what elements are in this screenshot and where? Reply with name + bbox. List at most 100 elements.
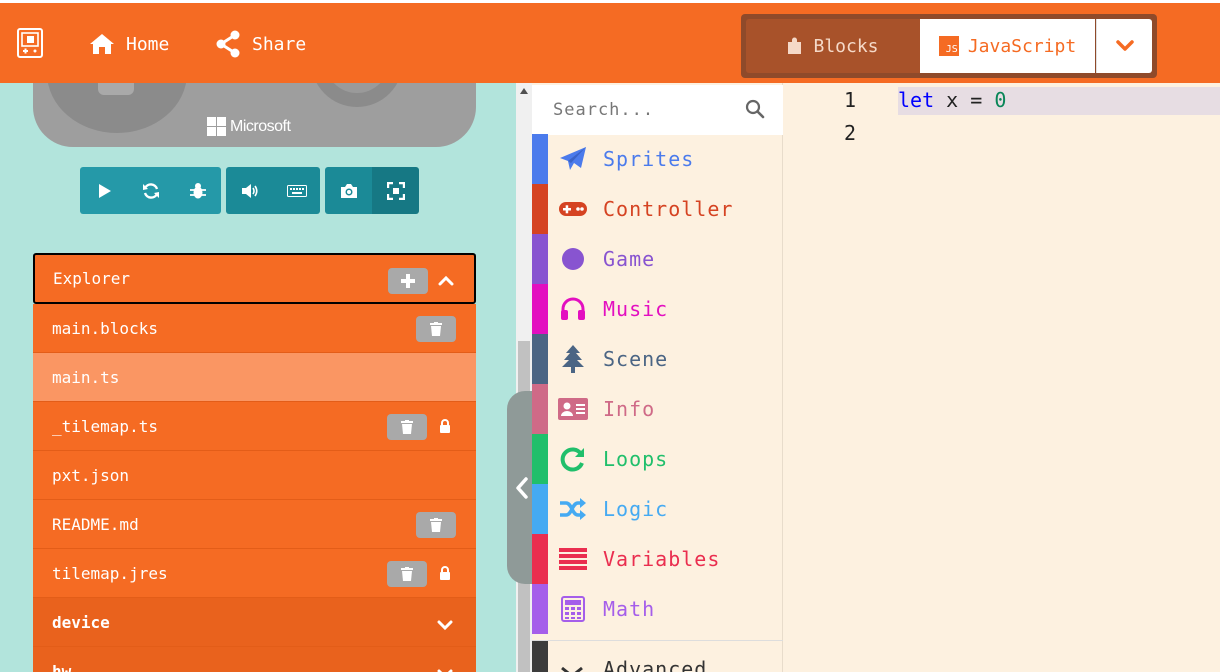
category-sprites[interactable]: Sprites	[532, 134, 783, 184]
category-game[interactable]: Game	[532, 234, 783, 284]
chevron-down-icon	[437, 616, 453, 635]
code-line[interactable]: 2	[784, 118, 1220, 148]
add-file-button[interactable]	[388, 268, 428, 294]
makecode-arcade-logo-icon[interactable]	[17, 28, 43, 58]
category-color-bar	[532, 134, 548, 184]
file-row-main-ts[interactable]: main.ts	[33, 353, 476, 402]
line-number: 2	[843, 121, 856, 145]
id-card-icon	[558, 395, 588, 423]
file-name: pxt.json	[52, 465, 130, 485]
lock-icon	[439, 418, 451, 437]
code-number: 0	[994, 88, 1007, 112]
keyboard-icon	[286, 184, 307, 197]
screenshot-button[interactable]	[325, 167, 372, 214]
play-icon	[98, 183, 111, 198]
search-icon[interactable]	[745, 99, 765, 123]
share-button[interactable]: Share	[214, 27, 306, 61]
block-toolbox: Sprites Controller Game Music	[532, 83, 783, 672]
code-text[interactable]: let x = 0	[898, 85, 1006, 115]
folder-row-device[interactable]: device	[33, 598, 476, 647]
file-explorer: Explorer main.blocks main.ts _tilemap.ts	[33, 253, 476, 672]
category-scene[interactable]: Scene	[532, 334, 783, 384]
share-label: Share	[252, 33, 307, 55]
explorer-collapse-button[interactable]	[438, 271, 454, 290]
list-icon	[558, 545, 588, 573]
editor-dropdown-button[interactable]	[1096, 19, 1152, 73]
category-info[interactable]: Info	[532, 384, 783, 434]
game-console-simulator[interactable]: B Microsoft	[33, 83, 476, 147]
file-row-main-blocks[interactable]: main.blocks	[33, 304, 476, 353]
file-row-tilemap-ts[interactable]: _tilemap.ts	[33, 402, 476, 451]
fullscreen-icon	[386, 181, 405, 200]
file-name: _tilemap.ts	[52, 416, 158, 436]
delete-file-button[interactable]	[416, 512, 456, 538]
delete-file-button[interactable]	[387, 561, 427, 587]
category-color-bar	[532, 184, 548, 234]
shuffle-icon	[558, 495, 588, 523]
puzzle-piece-icon	[788, 37, 802, 54]
volume-icon	[241, 183, 258, 198]
code-line[interactable]: 1 let x = 0	[784, 85, 1220, 115]
simulator-toolbar	[80, 167, 424, 214]
category-variables[interactable]: Variables	[532, 534, 783, 584]
chevron-down-icon	[437, 665, 453, 672]
category-math[interactable]: Math	[532, 584, 783, 634]
line-number: 1	[843, 88, 856, 112]
file-row-pxt-json[interactable]: pxt.json	[33, 451, 476, 500]
category-color-bar	[532, 584, 548, 634]
code-editor[interactable]: 1 let x = 0 2	[784, 83, 1220, 672]
file-row-readme[interactable]: README.md	[33, 500, 476, 549]
category-color-bar	[532, 234, 548, 284]
restart-button[interactable]	[127, 167, 174, 214]
explorer-header[interactable]: Explorer	[33, 253, 476, 304]
home-label: Home	[126, 33, 170, 55]
file-row-tilemap-jres[interactable]: tilemap.jres	[33, 549, 476, 598]
paper-plane-icon	[558, 145, 588, 173]
camera-icon	[340, 183, 357, 198]
category-color-bar	[532, 534, 548, 584]
home-icon	[90, 34, 114, 54]
file-name: tilemap.jres	[52, 563, 168, 583]
mute-button[interactable]	[226, 167, 273, 214]
category-logic[interactable]: Logic	[532, 484, 783, 534]
share-icon	[216, 30, 240, 58]
delete-file-button[interactable]	[416, 316, 456, 342]
circle-icon	[558, 245, 588, 273]
folder-row-hw[interactable]: hw	[33, 647, 476, 672]
plus-icon	[401, 274, 415, 288]
dpad-down[interactable]	[98, 83, 134, 95]
trash-icon	[430, 518, 442, 532]
keyboard-controls-button[interactable]	[273, 167, 320, 214]
fullscreen-button[interactable]	[372, 167, 419, 214]
tree-icon	[558, 345, 588, 373]
search-input[interactable]	[553, 100, 733, 120]
calculator-icon	[558, 595, 588, 623]
bug-icon	[189, 182, 206, 198]
delete-file-button[interactable]	[387, 414, 427, 440]
category-color-bar	[532, 434, 548, 484]
category-controller[interactable]: Controller	[532, 184, 783, 234]
toolbox-search	[532, 85, 783, 135]
home-button[interactable]: Home	[88, 27, 169, 61]
scroll-up-arrow-icon[interactable]	[520, 88, 528, 94]
category-color-bar	[532, 284, 548, 334]
headphones-icon	[558, 295, 588, 323]
explorer-title: Explorer	[53, 269, 131, 288]
chevron-down-icon	[560, 663, 584, 672]
toolbox-categories: Sprites Controller Game Music Scene Info…	[532, 134, 783, 634]
tab-blocks[interactable]: Blocks	[746, 19, 920, 73]
top-bar: Home Share Blocks JS JavaScript	[0, 0, 1220, 83]
trash-icon	[430, 322, 442, 336]
chevron-left-icon	[516, 476, 528, 499]
lock-icon	[439, 565, 451, 584]
tab-javascript[interactable]: JS JavaScript	[920, 19, 1095, 73]
category-music[interactable]: Music	[532, 284, 783, 334]
category-advanced[interactable]: Advanced	[532, 640, 783, 672]
category-color-bar	[532, 334, 548, 384]
play-button[interactable]	[80, 167, 127, 214]
debug-button[interactable]	[174, 167, 221, 214]
javascript-icon: JS	[938, 36, 959, 56]
file-name: main.blocks	[52, 318, 158, 338]
category-loops[interactable]: Loops	[532, 434, 783, 484]
category-color-bar	[532, 484, 548, 534]
